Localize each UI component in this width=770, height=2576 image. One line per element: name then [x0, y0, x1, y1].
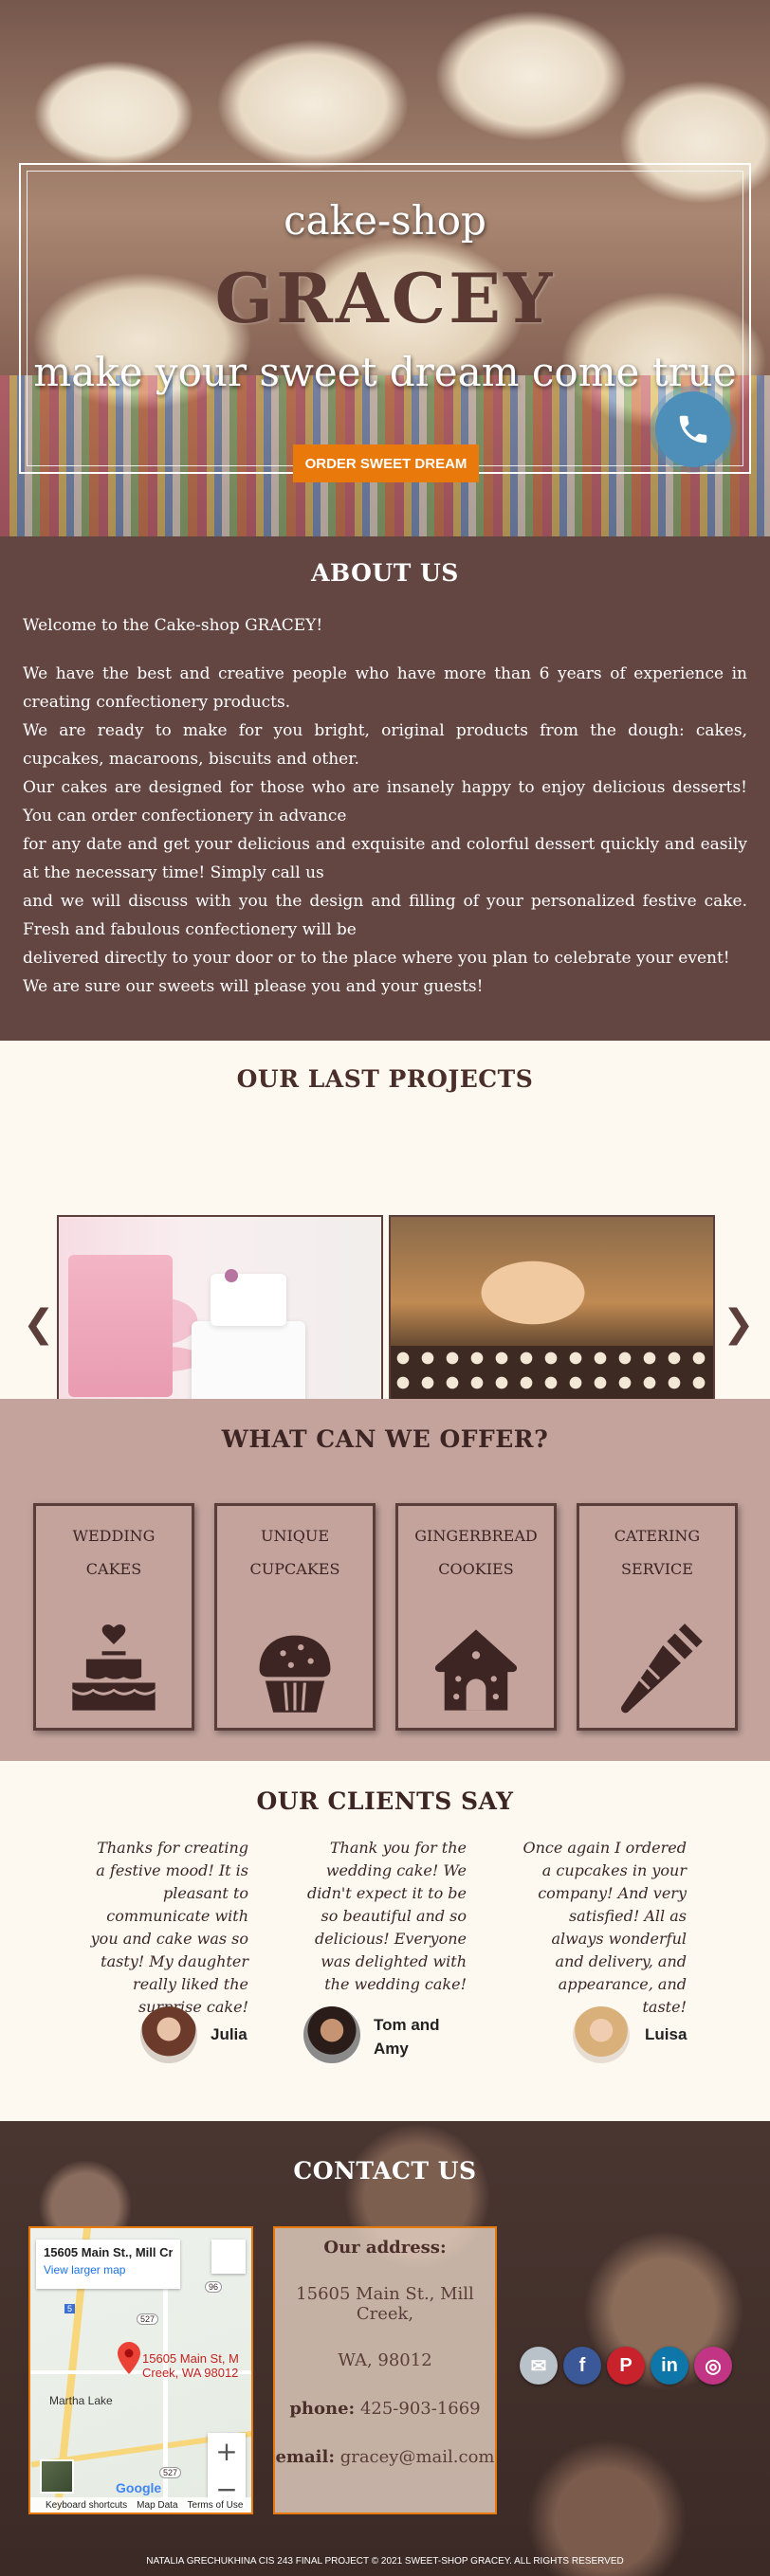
- email-icon[interactable]: ✉: [520, 2347, 558, 2385]
- offer-card-catering-service[interactable]: CATERING SERVICE: [577, 1503, 738, 1731]
- address-line: WA, 98012: [338, 2350, 432, 2370]
- route-527-label: 527: [159, 2467, 182, 2478]
- address-heading: Our address:: [323, 2238, 447, 2258]
- about-paragraph: and we will discuss with you the design …: [23, 892, 747, 939]
- wedding-cake-icon: [72, 1624, 156, 1711]
- order-sweet-dream-button[interactable]: ORDER SWEET DREAM: [293, 444, 479, 482]
- google-logo: Google: [116, 2480, 162, 2495]
- hero-tagline: make your sweet dream come true: [33, 349, 737, 395]
- projects-title: OUR LAST PROJECTS: [236, 1065, 534, 1093]
- offer-card-unique-cupcakes[interactable]: UNIQUE CUPCAKES: [214, 1503, 376, 1731]
- client-name: Tom and Amy: [374, 2016, 440, 2058]
- offer-card-wedding-cakes[interactable]: WEDDING CAKES: [33, 1503, 194, 1731]
- offer-card-gingerbread-cookies[interactable]: GINGERBREAD COOKIES: [395, 1503, 557, 1731]
- offer-section: WHAT CAN WE OFFER? WEDDING CAKES UNIQUE …: [0, 1399, 770, 1761]
- contact-section: CONTACT US 15605 Main St., Mill Creek, W…: [0, 2121, 770, 2576]
- linkedin-icon[interactable]: in: [651, 2347, 688, 2385]
- map-info-box: 15605 Main St., Mill Creek, WA 98012 Vie…: [36, 2240, 180, 2289]
- terms-of-use-link[interactable]: Terms of Use: [188, 2500, 244, 2511]
- phone-icon: [679, 415, 707, 444]
- about-paragraph: We are ready to make for you bright, ori…: [23, 721, 747, 769]
- chevron-left-icon[interactable]: ❮: [23, 1302, 55, 1346]
- email-address[interactable]: gracey@mail.com: [340, 2447, 495, 2467]
- address-card: Our address: 15605 Main St., Mill Creek,…: [273, 2226, 497, 2514]
- card-label: COOKIES: [438, 1560, 514, 1578]
- fullscreen-icon[interactable]: [211, 2240, 246, 2274]
- clients-section: OUR CLIENTS SAY Thanks for creating a fe…: [0, 1761, 770, 2121]
- email-line: email: gracey@mail.com: [275, 2447, 495, 2467]
- card-label: CUPCAKES: [249, 1560, 340, 1578]
- facebook-icon[interactable]: f: [563, 2347, 601, 2385]
- about-paragraph: for any date and get your delicious and …: [23, 835, 747, 882]
- avatar-tom-and-amy: [303, 2006, 360, 2063]
- about-paragraph: Our cakes are designed for those who are…: [23, 778, 747, 825]
- offer-title: WHAT CAN WE OFFER?: [221, 1425, 549, 1453]
- route-527-label: 527: [137, 2313, 159, 2325]
- card-label: GINGERBREAD: [414, 1527, 538, 1545]
- card-label: CATERING: [614, 1527, 701, 1545]
- map-lake-label: Martha Lake: [49, 2394, 113, 2407]
- cupcake-icon: [259, 1635, 331, 1713]
- about-welcome: Welcome to the Cake-shop GRACEY!: [23, 616, 323, 635]
- card-label: SERVICE: [621, 1560, 693, 1578]
- route-5-label: 5: [64, 2304, 76, 2313]
- about-paragraph: We are sure our sweets will please you a…: [23, 977, 484, 996]
- review-text: Thank you for the wedding cake! We didn'…: [307, 1839, 467, 1993]
- about-paragraph: delivered directly to your door or to th…: [23, 949, 730, 968]
- keyboard-shortcuts-link[interactable]: Keyboard shortcuts: [46, 2500, 127, 2511]
- satellite-toggle[interactable]: [40, 2459, 74, 2494]
- map-pin-icon[interactable]: [118, 2342, 140, 2374]
- review-text: Thanks for creating a festive mood! It i…: [90, 1839, 248, 2016]
- hero-section: cake-shop GRACEY make your sweet dream c…: [0, 0, 770, 536]
- chevron-right-icon[interactable]: ❯: [723, 1302, 755, 1346]
- pinterest-icon[interactable]: P: [607, 2347, 645, 2385]
- instagram-icon[interactable]: ◎: [694, 2347, 732, 2385]
- social-links: ✉ f Pin ◎: [520, 2347, 732, 2385]
- contact-title: CONTACT US: [293, 2157, 477, 2185]
- google-map[interactable]: 15605 Main St., Mill Creek, WA 98012 Vie…: [28, 2226, 253, 2514]
- avatar-luisa: [573, 2006, 630, 2063]
- about-title: ABOUT US: [311, 559, 459, 587]
- map-data-link[interactable]: Map Data: [137, 2500, 177, 2511]
- gingerbread-house-icon: [434, 1629, 518, 1711]
- about-paragraph: We have the best and creative people who…: [23, 664, 747, 712]
- map-pin-label: 15605 Main St, M Creek, WA 98012: [142, 2351, 239, 2380]
- route-96-label: 96: [205, 2281, 223, 2293]
- hero-title: GRACEY: [214, 258, 556, 338]
- piping-bag-icon: [621, 1624, 703, 1714]
- client-name: Julia: [211, 2025, 248, 2043]
- avatar-julia: [140, 2006, 197, 2063]
- address-line: 15605 Main St., Mill Creek,: [296, 2284, 474, 2324]
- view-larger-map-link[interactable]: View larger map: [44, 2263, 173, 2277]
- client-name: Luisa: [645, 2025, 688, 2043]
- hero-subtitle: cake-shop: [284, 197, 486, 244]
- card-label: UNIQUE: [260, 1527, 330, 1545]
- projects-section: OUR LAST PROJECTS ❮ ❯: [0, 1041, 770, 1463]
- phone-number[interactable]: 425-903-1669: [360, 2399, 481, 2419]
- about-section: ABOUT US Welcome to the Cake-shop GRACEY…: [0, 536, 770, 1041]
- review-text: Once again I ordered a cupcakes in your …: [522, 1839, 687, 2016]
- card-label: WEDDING: [72, 1527, 156, 1545]
- clients-title: OUR CLIENTS SAY: [256, 1787, 514, 1815]
- map-info-title: 15605 Main St., Mill Creek, WA 98012: [44, 2245, 173, 2259]
- footer-text: NATALIA GRECHUKHINA CIS 243 FINAL PROJEC…: [146, 2556, 624, 2567]
- map-footer: Keyboard shortcuts Map Data Terms of Use: [30, 2497, 251, 2513]
- zoom-in-button[interactable]: +: [208, 2433, 246, 2471]
- phone-line: phone: 425-903-1669: [289, 2399, 481, 2419]
- card-label: CAKES: [85, 1560, 142, 1578]
- phone-call-button[interactable]: [655, 391, 731, 467]
